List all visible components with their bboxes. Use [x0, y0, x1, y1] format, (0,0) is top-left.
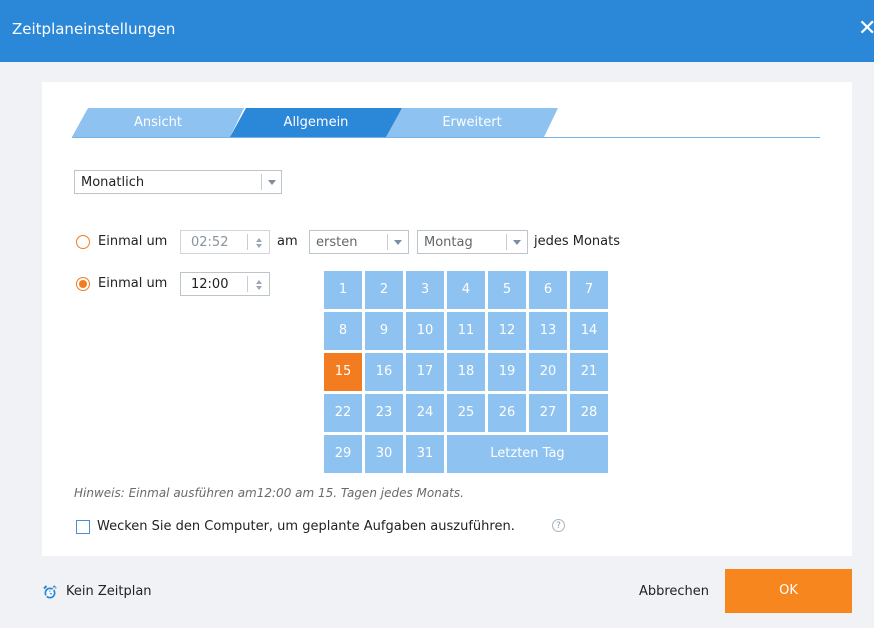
- cancel-button[interactable]: Abbrechen: [624, 570, 724, 614]
- wake-label: Wecken Sie den Computer, um geplante Auf…: [97, 519, 515, 534]
- chevron-down-icon: [268, 180, 276, 185]
- day-18[interactable]: 18: [447, 353, 485, 391]
- day-25[interactable]: 25: [447, 394, 485, 432]
- day-8[interactable]: 8: [324, 312, 362, 350]
- spin-down-icon[interactable]: [256, 286, 262, 290]
- day-5[interactable]: 5: [488, 271, 526, 309]
- week-value: ersten: [316, 235, 358, 250]
- day-27[interactable]: 27: [529, 394, 567, 432]
- tab-erweitert-label: Erweitert: [442, 115, 502, 130]
- close-icon[interactable]: ✕: [858, 18, 874, 42]
- option1-time-value: 02:52: [191, 235, 229, 250]
- day-28[interactable]: 28: [570, 394, 608, 432]
- day-10[interactable]: 10: [406, 312, 444, 350]
- day-22[interactable]: 22: [324, 394, 362, 432]
- day-31[interactable]: 31: [406, 435, 444, 473]
- day-29[interactable]: 29: [324, 435, 362, 473]
- frequency-value: Monatlich: [81, 175, 145, 190]
- help-icon[interactable]: ?: [552, 519, 565, 532]
- chevron-down-icon: [394, 240, 402, 245]
- option1-time-input[interactable]: 02:52: [180, 230, 270, 254]
- weekday-select[interactable]: Montag: [417, 230, 528, 254]
- tab-allgemein-label: Allgemein: [283, 115, 349, 130]
- day-19[interactable]: 19: [488, 353, 526, 391]
- day-2[interactable]: 2: [365, 271, 403, 309]
- option1-radio[interactable]: [76, 235, 90, 249]
- schedule-hint: Hinweis: Einmal ausführen am12:00 am 15.…: [74, 486, 464, 500]
- day-23[interactable]: 23: [365, 394, 403, 432]
- frequency-select[interactable]: Monatlich: [74, 170, 282, 194]
- day-24[interactable]: 24: [406, 394, 444, 432]
- day-30[interactable]: 30: [365, 435, 403, 473]
- day-6[interactable]: 6: [529, 271, 567, 309]
- day-12[interactable]: 12: [488, 312, 526, 350]
- day-7[interactable]: 7: [570, 271, 608, 309]
- select-separator: [506, 234, 507, 250]
- spin-down-icon[interactable]: [256, 244, 262, 248]
- weekday-value: Montag: [424, 235, 473, 250]
- tab-bar: Ansicht Allgemein Erweitert: [72, 108, 824, 138]
- select-separator: [387, 234, 388, 250]
- monthly-suffix: jedes Monats: [534, 234, 621, 249]
- day-14[interactable]: 14: [570, 312, 608, 350]
- day-1[interactable]: 1: [324, 271, 362, 309]
- tab-ansicht[interactable]: Ansicht: [72, 108, 244, 137]
- wake-checkbox[interactable]: [76, 520, 90, 534]
- title-bar: Zeitplaneinstellungen ✕: [0, 0, 874, 62]
- spin-up-icon[interactable]: [256, 238, 262, 242]
- option2-label: Einmal um: [98, 276, 168, 291]
- day-20[interactable]: 20: [529, 353, 567, 391]
- tab-underline: [72, 137, 820, 138]
- day-11[interactable]: 11: [447, 312, 485, 350]
- day-13[interactable]: 13: [529, 312, 567, 350]
- tab-allgemein[interactable]: Allgemein: [230, 108, 402, 137]
- option1-label: Einmal um: [98, 234, 168, 249]
- day-3[interactable]: 3: [406, 271, 444, 309]
- day-17[interactable]: 17: [406, 353, 444, 391]
- week-select[interactable]: ersten: [309, 230, 409, 254]
- window-title: Zeitplaneinstellungen: [12, 20, 176, 38]
- tab-ansicht-label: Ansicht: [133, 115, 182, 130]
- day-16[interactable]: 16: [365, 353, 403, 391]
- spin-up-icon[interactable]: [256, 280, 262, 284]
- option2-time-input[interactable]: 12:00: [180, 272, 270, 296]
- tab-erweitert[interactable]: Erweitert: [386, 108, 558, 137]
- day-15[interactable]: 15: [324, 353, 362, 391]
- ok-button[interactable]: OK: [725, 569, 852, 613]
- am-label: am: [277, 234, 298, 249]
- select-separator: [261, 174, 262, 190]
- day-21[interactable]: 21: [570, 353, 608, 391]
- day-last[interactable]: Letzten Tag: [447, 435, 608, 473]
- spin-separator: [247, 234, 248, 250]
- day-9[interactable]: 9: [365, 312, 403, 350]
- alarm-clock-icon: [43, 585, 57, 599]
- option2-radio[interactable]: [76, 277, 90, 291]
- option2-time-value: 12:00: [191, 277, 229, 292]
- no-schedule-label: Kein Zeitplan: [66, 584, 152, 599]
- day-4[interactable]: 4: [447, 271, 485, 309]
- day-26[interactable]: 26: [488, 394, 526, 432]
- spin-separator: [247, 276, 248, 292]
- chevron-down-icon: [513, 240, 521, 245]
